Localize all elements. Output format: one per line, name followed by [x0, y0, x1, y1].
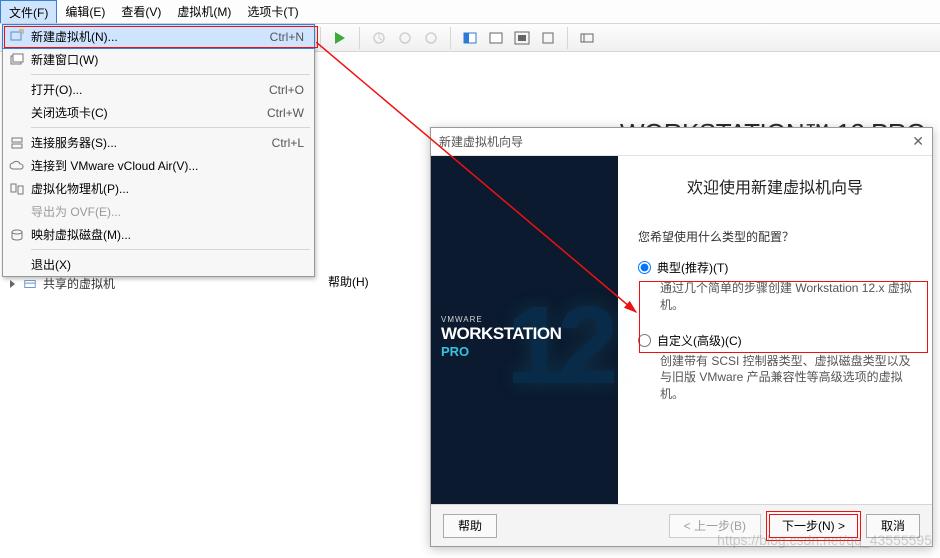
menu-export-ovf: 导出为 OVF(E)...: [3, 200, 314, 223]
watermark: https://blog.csdn.net/qq_43555595: [717, 532, 932, 548]
menu-open-label: 打开(O)...: [31, 81, 269, 98]
option-custom-desc: 创建带有 SCSI 控制器类型、虚拟磁盘类型以及与旧版 VMware 产品兼容性…: [660, 353, 912, 403]
menu-help[interactable]: 帮助(H): [320, 4, 377, 558]
menu-connect-vcloud[interactable]: 连接到 VMware vCloud Air(V)...: [3, 154, 314, 177]
menu-view[interactable]: 查看(V): [113, 0, 169, 23]
menu-separator: [31, 127, 310, 128]
wizard-question: 您希望使用什么类型的配置？: [638, 228, 912, 245]
option-typical[interactable]: 典型(推荐)(T) 通过几个简单的步骤创建 Workstation 12.x 虚…: [638, 259, 912, 314]
menu-file[interactable]: 文件(F): [0, 0, 57, 23]
menu-edit[interactable]: 编辑(E): [57, 0, 113, 23]
server-icon: [3, 135, 31, 151]
close-icon[interactable]: ✕: [912, 133, 924, 150]
brand-pro: PRO: [441, 344, 561, 359]
menu-separator: [31, 249, 310, 250]
menu-new-vm-label: 新建虚拟机(N)...: [31, 28, 270, 45]
view-fullscreen-icon[interactable]: [511, 27, 533, 49]
brand-workstation: WORKSTATION: [441, 324, 561, 344]
menu-close-tab-shortcut: Ctrl+W: [267, 106, 304, 120]
cloud-icon: [3, 158, 31, 174]
menu-export-ovf-label: 导出为 OVF(E)...: [31, 203, 304, 220]
menu-tabs[interactable]: 选项卡(T): [239, 0, 306, 23]
library-icon[interactable]: [576, 27, 598, 49]
file-menu-dropdown: 新建虚拟机(N)... Ctrl+N 新建窗口(W) 打开(O)... Ctrl…: [2, 24, 315, 277]
menu-connect-vcloud-label: 连接到 VMware vCloud Air(V)...: [31, 157, 304, 174]
menu-new-vm-shortcut: Ctrl+N: [270, 30, 304, 44]
menu-open[interactable]: 打开(O)... Ctrl+O: [3, 78, 314, 101]
menu-map-disk-label: 映射虚拟磁盘(M)...: [31, 226, 304, 243]
help-button[interactable]: 帮助: [443, 514, 497, 538]
disk-icon: [3, 227, 31, 243]
menu-connect-server[interactable]: 连接服务器(S)... Ctrl+L: [3, 131, 314, 154]
snapshot-manage-icon: [394, 27, 416, 49]
option-custom-label: 自定义(高级)(C): [657, 332, 742, 349]
snapshot-icon: [368, 27, 390, 49]
option-typical-label: 典型(推荐)(T): [657, 259, 728, 276]
tree-shared-vms-label: 共享的虚拟机: [43, 275, 115, 292]
wizard-sidebar: 12 VMWARE WORKSTATION PRO: [431, 156, 618, 504]
menu-virtualize-physical[interactable]: 虚拟化物理机(P)...: [3, 177, 314, 200]
menu-map-disk[interactable]: 映射虚拟磁盘(M)...: [3, 223, 314, 246]
expand-icon: [10, 280, 15, 288]
wizard-title: 新建虚拟机向导: [439, 133, 523, 150]
tree-shared-vms[interactable]: 共享的虚拟机: [10, 275, 115, 292]
menu-connect-server-shortcut: Ctrl+L: [272, 136, 304, 150]
menu-open-shortcut: Ctrl+O: [269, 83, 304, 97]
view-single-icon[interactable]: [459, 27, 481, 49]
menu-new-window-label: 新建窗口(W): [31, 51, 304, 68]
menu-new-vm[interactable]: 新建虚拟机(N)... Ctrl+N: [3, 25, 314, 48]
toolbar-separator: [567, 27, 568, 49]
new-window-icon: [3, 52, 31, 68]
snapshot-revert-icon: [420, 27, 442, 49]
toolbar-separator: [450, 27, 451, 49]
menu-close-tab-label: 关闭选项卡(C): [31, 104, 267, 121]
radio-custom[interactable]: [638, 334, 651, 347]
menu-new-window[interactable]: 新建窗口(W): [3, 48, 314, 71]
radio-typical[interactable]: [638, 261, 651, 274]
wizard-titlebar: 新建虚拟机向导 ✕: [431, 128, 932, 156]
menu-exit-label: 退出(X): [31, 256, 304, 273]
option-typical-desc: 通过几个简单的步骤创建 Workstation 12.x 虚拟机。: [660, 280, 912, 314]
option-custom[interactable]: 自定义(高级)(C) 创建带有 SCSI 控制器类型、虚拟磁盘类型以及与旧版 V…: [638, 332, 912, 403]
menu-separator: [31, 74, 310, 75]
menu-exit[interactable]: 退出(X): [3, 253, 314, 276]
menu-connect-server-label: 连接服务器(S)...: [31, 134, 272, 151]
new-vm-wizard: 新建虚拟机向导 ✕ 12 VMWARE WORKSTATION PRO 欢迎使用…: [430, 127, 933, 547]
view-console-icon[interactable]: [485, 27, 507, 49]
brand-vmware: VMWARE: [441, 315, 561, 324]
new-vm-icon: [3, 29, 31, 45]
menu-vm[interactable]: 虚拟机(M): [169, 0, 239, 23]
virtualize-icon: [3, 181, 31, 197]
view-unity-icon[interactable]: [537, 27, 559, 49]
menu-close-tab[interactable]: 关闭选项卡(C) Ctrl+W: [3, 101, 314, 124]
menubar: 文件(F) 编辑(E) 查看(V) 虚拟机(M) 选项卡(T) XX: [0, 0, 940, 24]
wizard-heading: 欢迎使用新建虚拟机向导: [638, 174, 912, 198]
shared-icon: [23, 277, 37, 291]
menu-virtualize-physical-label: 虚拟化物理机(P)...: [31, 180, 304, 197]
